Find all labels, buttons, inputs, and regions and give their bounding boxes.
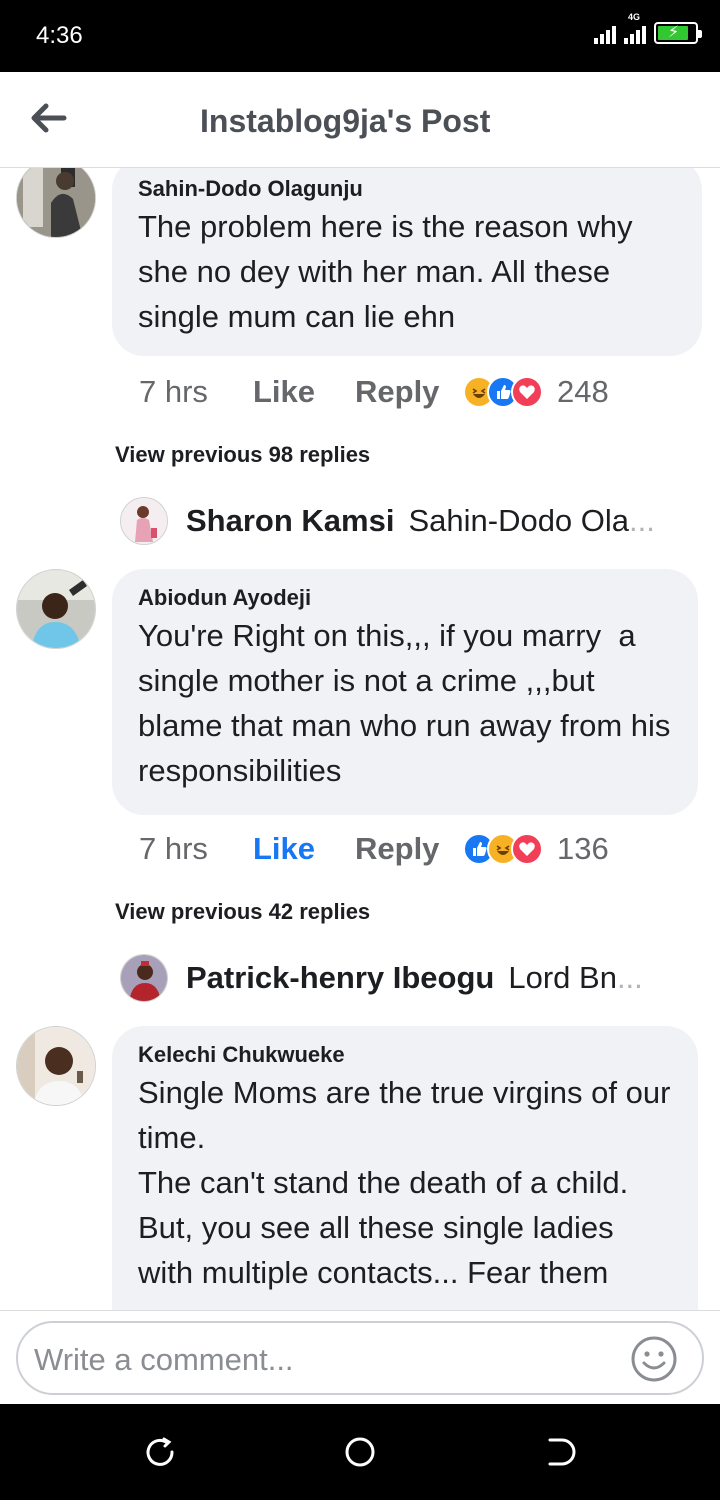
recents-icon[interactable] xyxy=(144,1436,176,1468)
latest-reply[interactable]: Patrick-henry Ibeogu Lord Bn... xyxy=(120,953,643,1003)
reply-snippet: Lord Bn... xyxy=(508,960,643,995)
comment-author[interactable]: Abiodun Ayodeji xyxy=(138,583,672,613)
back-arrow-icon xyxy=(31,103,67,133)
comment-actions: 7 hrs Like Reply 136 xyxy=(139,827,609,871)
reply-button[interactable]: Reply xyxy=(355,831,463,867)
comment-author[interactable]: Sahin-Dodo Olagunju xyxy=(138,174,676,204)
comment-text: Single Moms are the true virgins of our … xyxy=(138,1075,671,1290)
comment-time[interactable]: 7 hrs xyxy=(139,374,253,410)
signal-icon xyxy=(594,24,616,44)
reactions-summary[interactable] xyxy=(463,833,543,865)
comment-bubble[interactable]: Sahin-Dodo Olagunju The problem here is … xyxy=(112,168,702,356)
network-label: 4G xyxy=(628,12,641,22)
reply-snippet: Sahin-Dodo Ola... xyxy=(408,503,655,538)
status-time: 4:36 xyxy=(36,22,83,49)
back-nav-icon[interactable] xyxy=(544,1436,576,1468)
avatar[interactable] xyxy=(120,954,168,1002)
comment-text: You're Right on this,,, if you marry a s… xyxy=(138,618,680,788)
post-header: Instablog9ja's Post xyxy=(0,72,720,168)
like-button[interactable]: Like xyxy=(253,374,355,410)
view-previous-replies[interactable]: View previous 98 replies xyxy=(115,442,370,468)
comment-composer: Write a comment... xyxy=(0,1310,720,1404)
comment-text: The problem here is the reason why she n… xyxy=(138,209,642,334)
comment-bubble[interactable]: Kelechi Chukwueke Single Moms are the tr… xyxy=(112,1026,698,1310)
battery-charging-icon: ⚡ xyxy=(654,22,702,44)
comments-feed[interactable]: Sahin-Dodo Olagunju The problem here is … xyxy=(0,168,720,1310)
comment-input[interactable]: Write a comment... xyxy=(16,1321,704,1395)
emoji-icon[interactable] xyxy=(630,1335,678,1383)
signal-4g-icon: 4G xyxy=(624,12,646,44)
avatar[interactable] xyxy=(16,1026,96,1106)
comment-time[interactable]: 7 hrs xyxy=(139,831,253,867)
comment-placeholder: Write a comment... xyxy=(34,1342,294,1377)
latest-reply[interactable]: Sharon Kamsi Sahin-Dodo Ola... xyxy=(120,496,655,546)
home-icon[interactable] xyxy=(344,1436,376,1468)
reaction-count[interactable]: 136 xyxy=(557,831,609,867)
love-icon xyxy=(511,833,543,865)
reply-author: Sharon Kamsi xyxy=(186,503,395,538)
like-button[interactable]: Like xyxy=(253,831,355,867)
view-previous-replies[interactable]: View previous 42 replies xyxy=(115,899,370,925)
system-nav-bar xyxy=(0,1404,720,1500)
comment-author[interactable]: Kelechi Chukwueke xyxy=(138,1040,672,1070)
back-button[interactable] xyxy=(24,96,72,140)
page-title: Instablog9ja's Post xyxy=(200,103,491,139)
comment-actions: 7 hrs Like Reply 248 xyxy=(139,370,609,414)
comment-bubble[interactable]: Abiodun Ayodeji You're Right on this,,, … xyxy=(112,569,698,815)
status-bar: 4:36 4G ⚡ xyxy=(0,0,720,72)
reply-button[interactable]: Reply xyxy=(355,374,463,410)
avatar[interactable] xyxy=(16,569,96,649)
avatar[interactable] xyxy=(120,497,168,545)
status-icons: 4G ⚡ xyxy=(594,12,702,44)
reaction-count[interactable]: 248 xyxy=(557,374,609,410)
love-icon xyxy=(511,376,543,408)
reactions-summary[interactable] xyxy=(463,376,543,408)
avatar[interactable] xyxy=(16,168,96,238)
reply-author: Patrick-henry Ibeogu xyxy=(186,960,495,995)
